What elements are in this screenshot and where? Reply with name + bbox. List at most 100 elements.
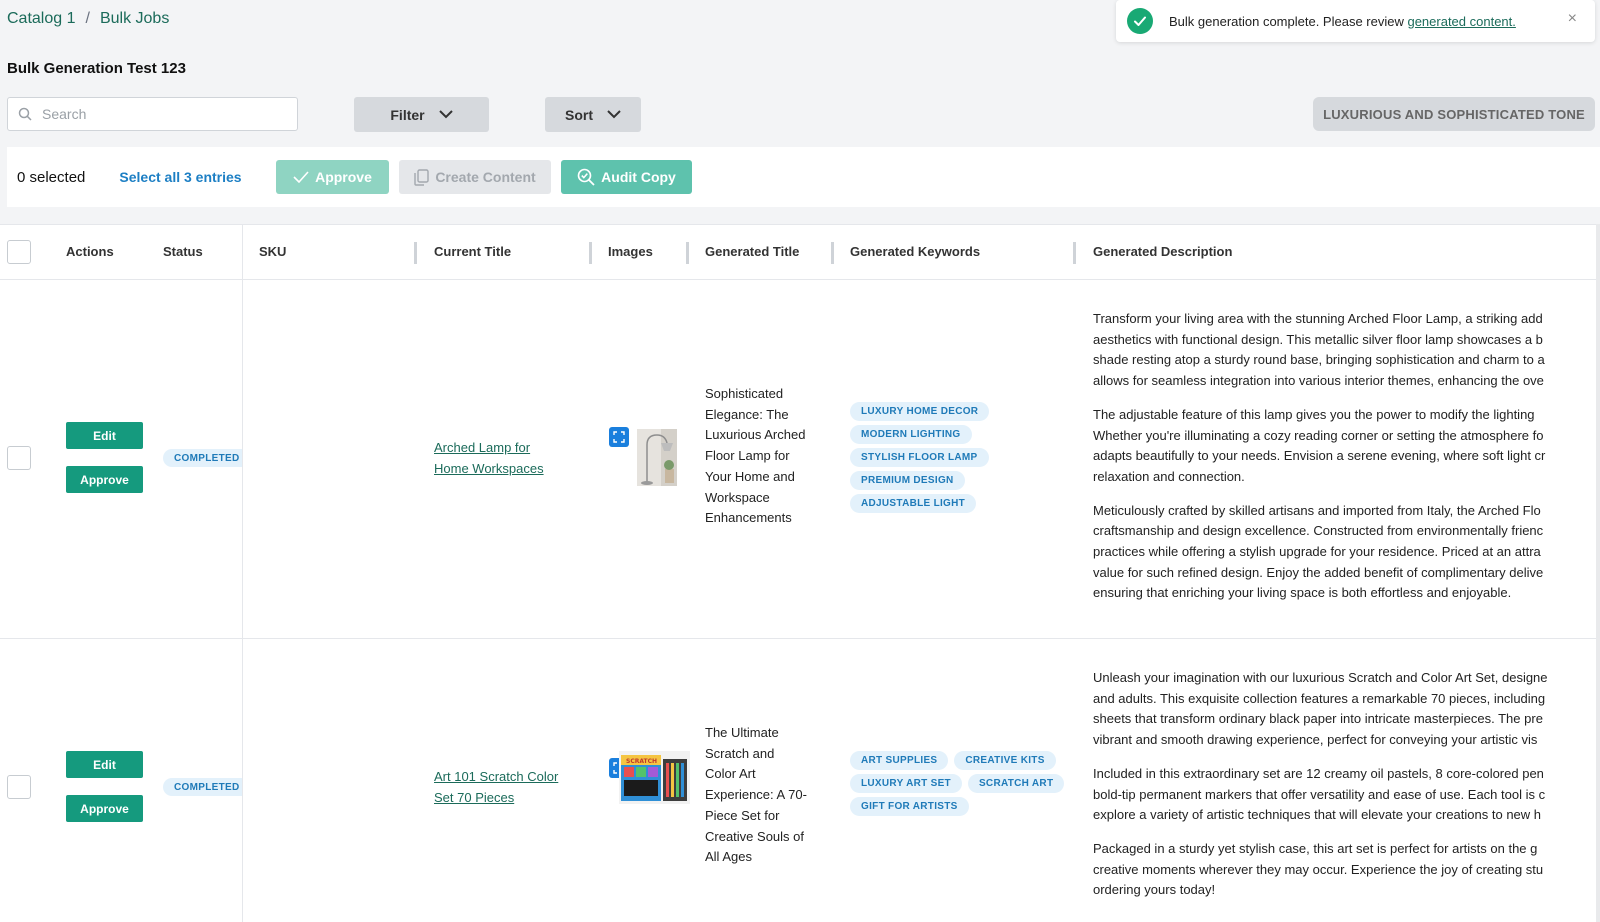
description-paragraph: Included in this extraordinary set are 1… xyxy=(1093,764,1600,826)
current-title-line: Set 70 Pieces xyxy=(434,790,515,805)
sort-button[interactable]: Sort xyxy=(545,97,641,132)
generated-title-line: Your Home and xyxy=(705,468,795,484)
header-current-title[interactable]: Current Title xyxy=(434,244,511,259)
selected-count: 0 selected xyxy=(17,168,86,186)
bulk-action-bar: 0 selected Select all 3 entries Approve … xyxy=(7,147,1600,207)
keyword-tag: STYLISH FLOOR LAMP xyxy=(850,448,989,467)
keyword-tag: PREMIUM DESIGN xyxy=(850,471,965,490)
description-line: relaxation and connection. xyxy=(1093,468,1245,484)
keyword-tag: SCRATCH ART xyxy=(967,774,1065,793)
approve-selected-button[interactable]: Approve xyxy=(276,160,389,194)
create-content-button[interactable]: Create Content xyxy=(399,160,551,194)
description-line: creative moments wherever they may occur… xyxy=(1093,861,1544,877)
description-line: Whether you're illuminating a cozy readi… xyxy=(1093,427,1544,443)
select-all-link[interactable]: Select all 3 entries xyxy=(119,169,241,185)
current-title-line: Home Workspaces xyxy=(434,461,544,476)
table-row: Edit Approve COMPLETED Art 101 Scratch C… xyxy=(0,640,1600,922)
sort-label: Sort xyxy=(565,106,593,123)
generated-title-line: Color Art xyxy=(705,766,756,782)
keyword-tag: CREATIVE KITS xyxy=(954,751,1056,770)
generated-title-line: Creative Souls of xyxy=(705,828,804,844)
select-all-checkbox[interactable] xyxy=(7,240,31,264)
tone-button[interactable]: LUXURIOUS AND SOPHISTICATED TONE xyxy=(1313,97,1595,131)
header-actions: Actions xyxy=(66,244,114,259)
check-circle-icon xyxy=(1127,8,1153,34)
generated-title-line: Luxurious Arched xyxy=(705,427,806,443)
description-line: Included in this extraordinary set are 1… xyxy=(1093,765,1544,781)
filter-button[interactable]: Filter xyxy=(354,97,489,132)
keyword-list: LUXURY HOME DECOR MODERN LIGHTING STYLIS… xyxy=(850,402,1030,513)
generated-title-line: Experience: A 70- xyxy=(705,787,807,803)
generated-title-line: Sophisticated xyxy=(705,386,784,401)
row-checkbox[interactable] xyxy=(7,446,31,470)
header-generated-title[interactable]: Generated Title xyxy=(705,244,799,259)
search-check-icon xyxy=(577,168,595,186)
products-table: Actions Status SKU Current Title Images … xyxy=(0,224,1600,922)
description-line: allows for seamless integration into var… xyxy=(1093,373,1544,389)
breadcrumb: Catalog 1 / Bulk Jobs xyxy=(7,10,169,28)
keyword-tag: LUXURY HOME DECOR xyxy=(850,402,990,421)
search-input[interactable] xyxy=(42,106,282,122)
description-paragraph: Transform your living area with the stun… xyxy=(1093,309,1600,392)
keyword-tag: GIFT FOR ARTISTS xyxy=(850,797,969,816)
description-line: bold-tip permanent markers that offer ve… xyxy=(1093,786,1546,802)
keyword-list: ART SUPPLIES CREATIVE KITS LUXURY ART SE… xyxy=(850,751,1070,816)
description-paragraph: Packaged in a sturdy yet stylish case, t… xyxy=(1093,839,1600,901)
description-line: Transform your living area with the stun… xyxy=(1093,311,1543,326)
approve-button[interactable]: Approve xyxy=(66,466,143,493)
description-line: aesthetics with functional design. This … xyxy=(1093,331,1543,347)
current-title-link[interactable]: Art 101 Scratch Color Set 70 Pieces xyxy=(434,766,558,808)
header-generated-keywords[interactable]: Generated Keywords xyxy=(850,244,980,259)
vertical-scrollbar[interactable] xyxy=(1596,224,1600,922)
column-resize-handle[interactable] xyxy=(831,242,834,264)
close-icon[interactable]: × xyxy=(1568,10,1577,28)
column-resize-handle[interactable] xyxy=(414,242,417,264)
current-title-link[interactable]: Arched Lamp for Home Workspaces xyxy=(434,437,544,479)
header-generated-description[interactable]: Generated Description xyxy=(1093,244,1232,259)
edit-button[interactable]: Edit xyxy=(66,422,143,449)
breadcrumb-bulk-jobs[interactable]: Bulk Jobs xyxy=(100,10,169,28)
breadcrumb-catalog[interactable]: Catalog 1 xyxy=(7,10,76,28)
keyword-tag: MODERN LIGHTING xyxy=(850,425,972,444)
audit-copy-label: Audit Copy xyxy=(601,169,676,185)
description-line: and adults. This exquisite collection fe… xyxy=(1093,690,1546,706)
audit-copy-button[interactable]: Audit Copy xyxy=(561,160,692,194)
edit-button[interactable]: Edit xyxy=(66,751,143,778)
column-resize-handle[interactable] xyxy=(589,242,592,264)
description-line: Meticulously crafted by skilled artisans… xyxy=(1093,502,1541,518)
row-checkbox[interactable] xyxy=(7,775,31,799)
success-toast: Bulk generation complete. Please review … xyxy=(1116,0,1595,42)
check-icon xyxy=(293,171,309,183)
description-line: sheets that transform ordinary black pap… xyxy=(1093,711,1543,727)
approve-label: Approve xyxy=(315,169,372,185)
search-box xyxy=(7,97,298,131)
generated-title: Sophisticated Elegance: The Luxurious Ar… xyxy=(705,384,830,529)
generated-title: The Ultimate Scratch and Color Art Exper… xyxy=(705,723,830,868)
search-icon xyxy=(18,107,32,121)
keyword-tag: ADJUSTABLE LIGHT xyxy=(850,494,977,513)
page-title: Bulk Generation Test 123 xyxy=(7,60,186,77)
toast-message: Bulk generation complete. Please review … xyxy=(1169,14,1516,29)
expand-icon[interactable] xyxy=(609,427,629,447)
status-badge: COMPLETED xyxy=(163,449,242,467)
description-line: explore a variety of artistic techniques… xyxy=(1093,807,1542,823)
header-status: Status xyxy=(163,244,203,259)
column-resize-handle[interactable] xyxy=(1073,242,1076,264)
generated-title-line: The Ultimate xyxy=(705,725,779,740)
approve-button[interactable]: Approve xyxy=(66,795,143,822)
description-paragraph: Meticulously crafted by skilled artisans… xyxy=(1093,501,1600,605)
header-sku[interactable]: SKU xyxy=(259,244,286,259)
chevron-down-icon xyxy=(438,110,453,119)
description-paragraph: Unleash your imagination with our luxuri… xyxy=(1093,668,1600,751)
generated-title-line: Enhancements xyxy=(705,510,792,526)
header-images[interactable]: Images xyxy=(608,244,653,259)
generated-title-line: Floor Lamp for xyxy=(705,448,790,464)
product-thumbnail[interactable] xyxy=(637,429,677,486)
description-line: adapts beautifully to your needs. Envisi… xyxy=(1093,448,1546,464)
toast-text: Bulk generation complete. Please review xyxy=(1169,13,1408,29)
breadcrumb-separator: / xyxy=(85,10,90,27)
generated-content-link[interactable]: generated content. xyxy=(1407,14,1515,29)
current-title-line: Art 101 Scratch Color xyxy=(434,769,559,784)
product-thumbnail[interactable]: SCRATCH xyxy=(619,751,690,804)
column-resize-handle[interactable] xyxy=(686,242,689,264)
